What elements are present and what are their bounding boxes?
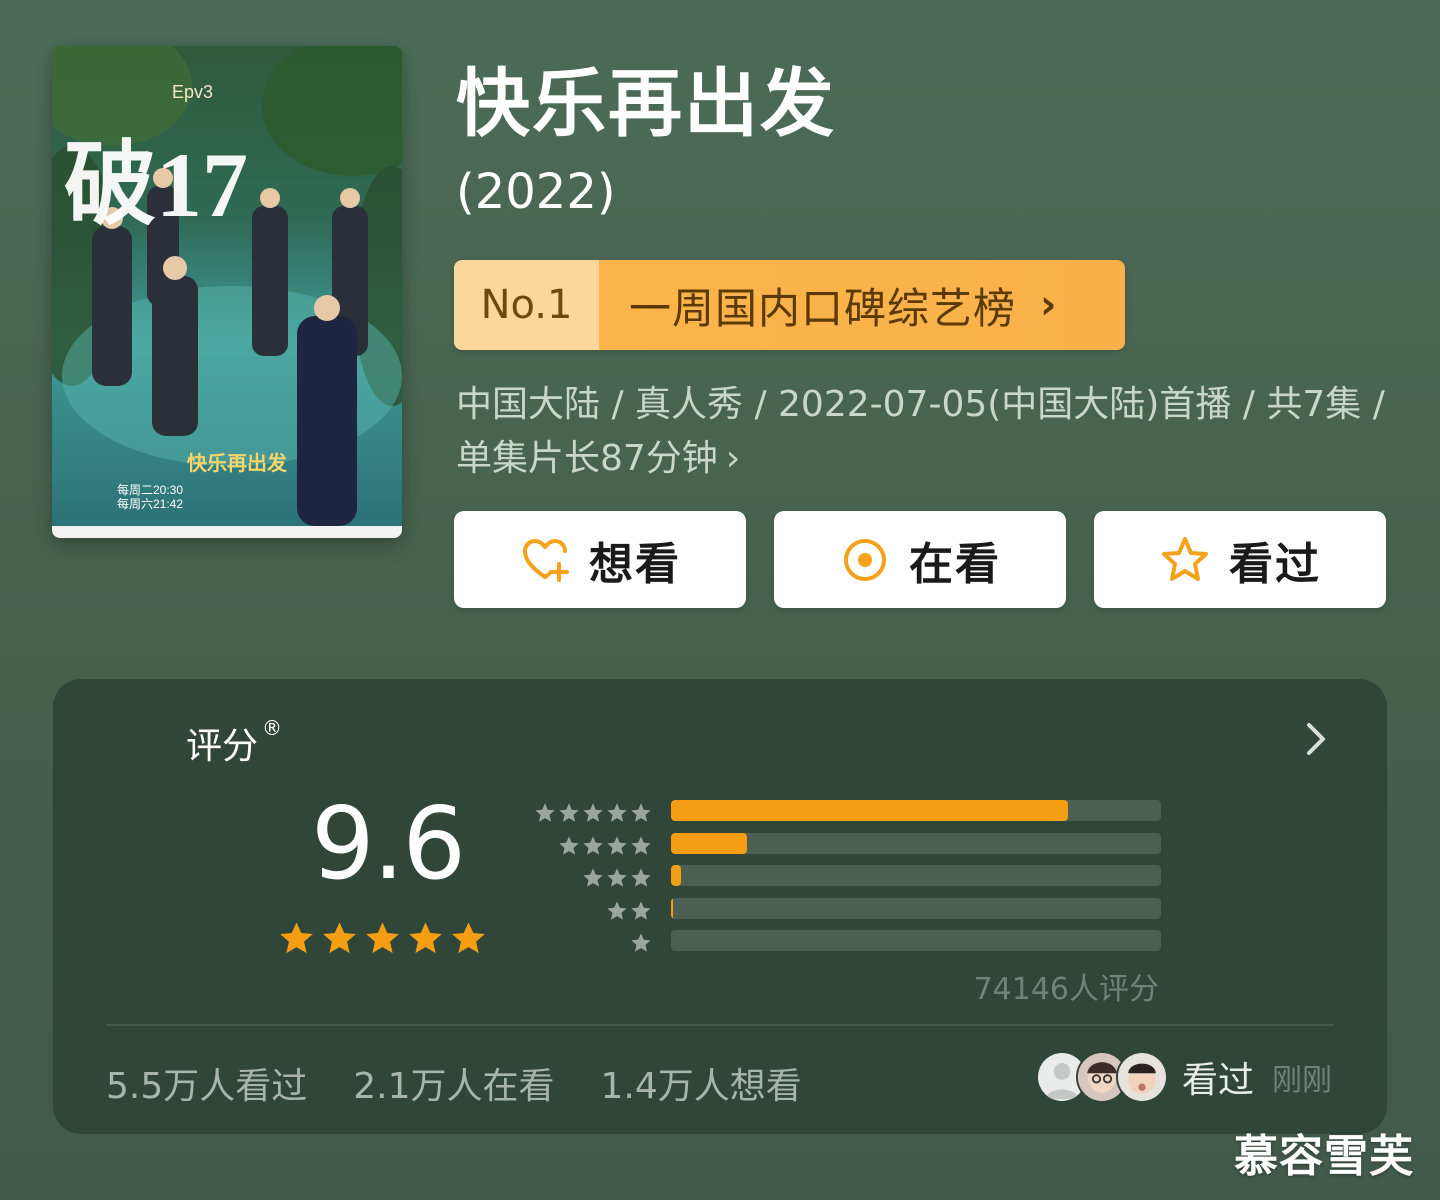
star-filled-icon: [452, 922, 485, 954]
star-outline-icon: [1162, 536, 1208, 581]
star-icon: [607, 803, 627, 822]
target-icon: [844, 538, 886, 581]
friend-time: 刚刚: [1272, 1063, 1332, 1098]
ranking-badge[interactable]: No.1 一周国内口碑综艺榜 ›: [454, 260, 1125, 350]
rank-number: No.1: [454, 260, 599, 350]
show-title: 快乐再出发: [456, 61, 836, 147]
star-icon: [607, 868, 627, 887]
distribution-track: [671, 897, 1161, 919]
chevron-right-icon[interactable]: [1301, 719, 1331, 759]
distribution-stars: [630, 932, 652, 954]
star-icon: [631, 835, 651, 855]
watching-count[interactable]: 2.1万人在看: [353, 1057, 554, 1109]
star-filled-icon: [409, 922, 442, 954]
heart-plus-icon: [523, 538, 569, 582]
friends-activity[interactable]: 看过 刚刚: [1035, 1051, 1332, 1103]
trademark-mark: ®: [262, 716, 283, 740]
rating-count: 74146人评分: [973, 972, 1159, 1007]
rank-list-name: 一周国内口碑综艺榜: [629, 283, 1017, 333]
star-icon: [583, 803, 603, 822]
svg-text:Epv3: Epv3: [172, 82, 213, 102]
watching-label: 在看: [909, 538, 1001, 590]
poster-image[interactable]: 破17 Epv3 快乐再出发 每周二20:30 每周六21:42: [52, 46, 402, 538]
chevron-right-icon: ›: [1040, 282, 1058, 328]
want-to-watch-label: 想看: [589, 538, 681, 590]
distribution-stars: [534, 802, 652, 824]
distribution-stars: [582, 867, 652, 889]
distribution-stars: [558, 835, 652, 857]
svg-text:每周六21:42: 每周六21:42: [117, 496, 183, 511]
watching-button[interactable]: 在看: [774, 511, 1066, 608]
watched-button[interactable]: 看过: [1094, 511, 1386, 608]
rank-list: 一周国内口碑综艺榜 ›: [599, 260, 1125, 350]
watermark: 慕容雪芙: [1234, 1131, 1414, 1182]
page: 破17 Epv3 快乐再出发 每周二20:30 每周六21:42 快乐再出发 (…: [0, 0, 1440, 1200]
audience-stats: 5.5万人看过 2.1万人在看 1.4万人想看: [106, 1057, 802, 1109]
distribution-bar: [671, 800, 1068, 821]
distribution-bar: [671, 865, 681, 886]
star-icon: [631, 868, 651, 887]
distribution-bar: [671, 897, 673, 919]
poster-big-title: 破17: [64, 134, 248, 236]
star-icon: [559, 803, 579, 822]
star-icon: [631, 933, 651, 952]
watched-label: 看过: [1229, 538, 1321, 590]
action-bar: 想看 在看 看过: [454, 511, 1386, 608]
star-icon: [583, 868, 603, 887]
star-icon: [631, 900, 651, 920]
rating-stars: [278, 920, 487, 957]
friend-avatars: [1035, 1051, 1168, 1103]
friend-action: 看过: [1181, 1060, 1254, 1101]
star-icon: [631, 803, 651, 822]
rating-score: 9.6: [311, 785, 466, 902]
star-icon: [559, 835, 579, 855]
divider: [106, 1024, 1334, 1026]
star-icon: [607, 835, 627, 855]
distribution-track: [671, 865, 1161, 886]
want-count[interactable]: 1.4万人想看: [601, 1057, 802, 1109]
rating-label: 评分 ®: [186, 716, 283, 767]
rating-card: 评分 ® 9.6 74146人评分 5.5万人看过 2.1万人在看 1.4万人想看: [53, 679, 1387, 1134]
svg-text:每周二20:30: 每周二20:30: [117, 482, 183, 497]
distribution-stars: [606, 900, 652, 922]
distribution-bar: [671, 832, 747, 854]
show-meta[interactable]: 中国大陆 / 真人秀 / 2022-07-05(中国大陆)首播 / 共7集 / …: [456, 378, 1386, 486]
avatar: [1115, 1051, 1168, 1103]
star-filled-icon: [323, 922, 356, 954]
star-icon: [535, 803, 555, 822]
star-filled-icon: [280, 922, 313, 954]
watched-count[interactable]: 5.5万人看过: [106, 1057, 307, 1109]
star-icon: [607, 900, 627, 920]
star-icon: [583, 835, 603, 855]
meta-text: 中国大陆 / 真人秀 / 2022-07-05(中国大陆)首播 / 共7集 / …: [456, 384, 1385, 479]
distribution-track: [671, 930, 1161, 951]
poster-art: 破17 Epv3 快乐再出发 每周二20:30 每周六21:42: [52, 46, 402, 538]
chevron-right-icon: ›: [725, 438, 741, 479]
star-filled-icon: [366, 922, 399, 954]
distribution-track: [671, 832, 1161, 854]
distribution-track: [671, 800, 1161, 821]
svg-text:快乐再出发: 快乐再出发: [187, 451, 288, 475]
show-year: (2022): [456, 164, 616, 220]
want-to-watch-button[interactable]: 想看: [454, 511, 746, 608]
